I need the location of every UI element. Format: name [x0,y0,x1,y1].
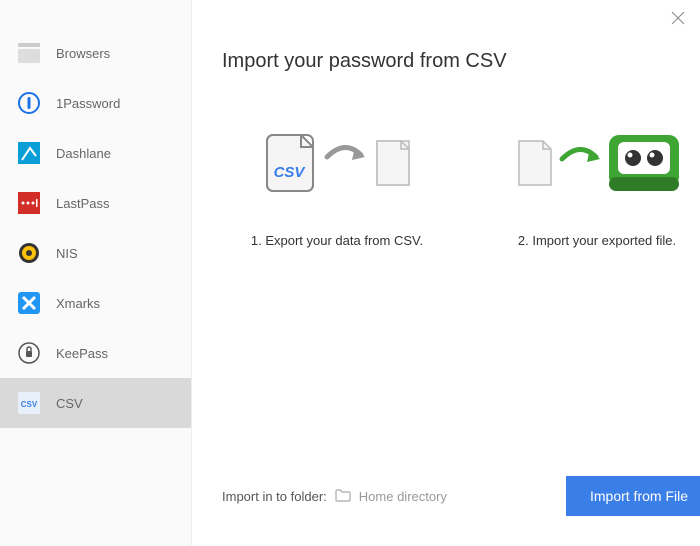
browsers-icon [18,42,40,64]
sidebar-item-csv[interactable]: CSV CSV [0,378,191,428]
steps-row: CSV 1. Export your data from CSV. [222,123,700,248]
sidebar-item-dashlane[interactable]: Dashlane [0,128,191,178]
step-import-label: 2. Import your exported file. [518,233,676,248]
lastpass-icon [18,192,40,214]
step-export-graphic: CSV [257,123,417,203]
folder-row: Import in to folder: Home directory [222,488,447,505]
sidebar-item-label: KeePass [56,346,108,361]
dashlane-icon [18,142,40,164]
folder-label: Import in to folder: [222,489,327,504]
main-panel: Import your password from CSV CSV [192,0,700,546]
sidebar-item-keepass[interactable]: KeePass [0,328,191,378]
sidebar-item-label: Browsers [56,46,110,61]
keepass-icon [18,342,40,364]
sidebar-item-nis[interactable]: NIS [0,228,191,278]
csv-icon: CSV [18,392,40,414]
sidebar: Browsers 1Password Dashlane LastPass NIS [0,0,192,546]
step-import: 2. Import your exported file. [482,123,700,248]
step-export: CSV 1. Export your data from CSV. [222,123,452,248]
svg-text:CSV: CSV [274,164,307,181]
folder-icon [335,488,351,505]
sidebar-item-1password[interactable]: 1Password [0,78,191,128]
xmarks-icon [18,292,40,314]
step-import-graphic [507,123,687,203]
sidebar-item-label: Xmarks [56,296,100,311]
sidebar-item-label: CSV [56,396,83,411]
sidebar-item-label: 1Password [56,96,120,111]
sidebar-item-label: LastPass [56,196,109,211]
1password-icon [18,92,40,114]
folder-path-link[interactable]: Home directory [359,489,447,504]
sidebar-item-label: Dashlane [56,146,111,161]
step-export-label: 1. Export your data from CSV. [251,233,423,248]
page-title: Import your password from CSV [222,50,700,73]
sidebar-item-xmarks[interactable]: Xmarks [0,278,191,328]
sidebar-item-lastpass[interactable]: LastPass [0,178,191,228]
footer: Import in to folder: Home directory Impo… [222,476,700,516]
nis-icon [18,242,40,264]
sidebar-item-label: NIS [56,246,78,261]
sidebar-item-browsers[interactable]: Browsers [0,28,191,78]
import-from-file-button[interactable]: Import from File [566,476,700,516]
svg-text:CSV: CSV [21,400,38,409]
